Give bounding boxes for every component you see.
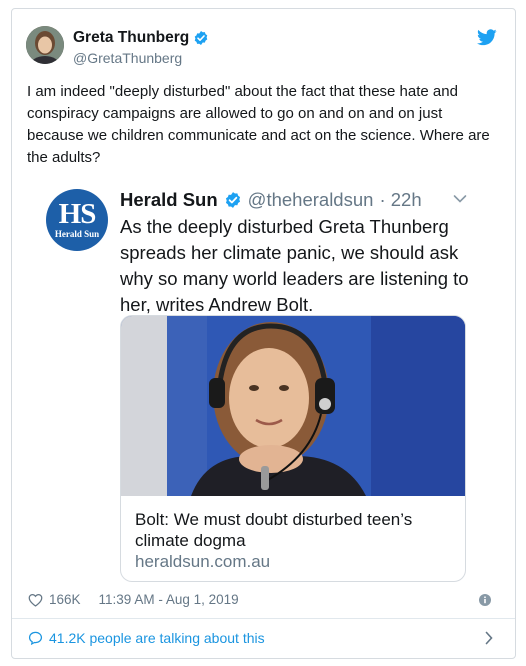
logo-initials: HS	[58, 198, 97, 230]
author-name[interactable]: Greta Thunberg	[73, 29, 189, 47]
author-handle[interactable]: @GretaThunberg	[73, 50, 182, 66]
like-count[interactable]: 166K	[49, 592, 81, 607]
quoted-tweet-header: Herald Sun @theheraldsun · 22h	[120, 189, 422, 211]
footer-divider	[12, 618, 515, 619]
author-avatar[interactable]	[26, 26, 64, 64]
tweet-timestamp[interactable]: 11:39 AM - Aug 1, 2019	[99, 592, 239, 607]
tweet-meta-row: 166K 11:39 AM - Aug 1, 2019	[28, 592, 239, 607]
article-link-card: Bolt: We must doubt disturbed teen’s cli…	[120, 315, 466, 582]
tweet-embed-card: Greta Thunberg @GretaThunberg I am indee…	[11, 8, 516, 659]
tweet-text: I am indeed "deeply disturbed" about the…	[27, 83, 490, 166]
article-title: Bolt: We must doubt disturbed teen’s cli…	[135, 510, 413, 550]
author-name-row[interactable]: Greta Thunberg	[73, 29, 209, 47]
speech-bubble-icon	[28, 631, 43, 645]
twitter-bird-icon[interactable]	[477, 29, 497, 46]
article-domain: heraldsun.com.au	[135, 552, 271, 571]
chevron-right-icon[interactable]	[485, 631, 493, 645]
verified-badge-icon	[225, 192, 240, 208]
heart-icon[interactable]	[28, 593, 43, 607]
quoted-tweet-time: · 22h	[379, 189, 422, 210]
quoted-tweet-text: As the deeply disturbed Greta Thunberg s…	[120, 216, 469, 315]
article-photo	[121, 316, 465, 496]
herald-sun-logo: HS Herald Sun	[46, 189, 108, 251]
conversation-count[interactable]: 41.2K people are talking about this	[49, 630, 265, 646]
chevron-down-icon	[453, 195, 467, 203]
verified-badge-icon	[194, 31, 208, 45]
logo-subtext: Herald Sun	[54, 229, 100, 239]
conversation-link[interactable]: 41.2K people are talking about this	[28, 630, 265, 646]
info-icon[interactable]	[479, 594, 491, 606]
quoted-author-name: Herald Sun	[120, 189, 218, 210]
quoted-author-handle: @theheraldsun	[247, 189, 374, 210]
